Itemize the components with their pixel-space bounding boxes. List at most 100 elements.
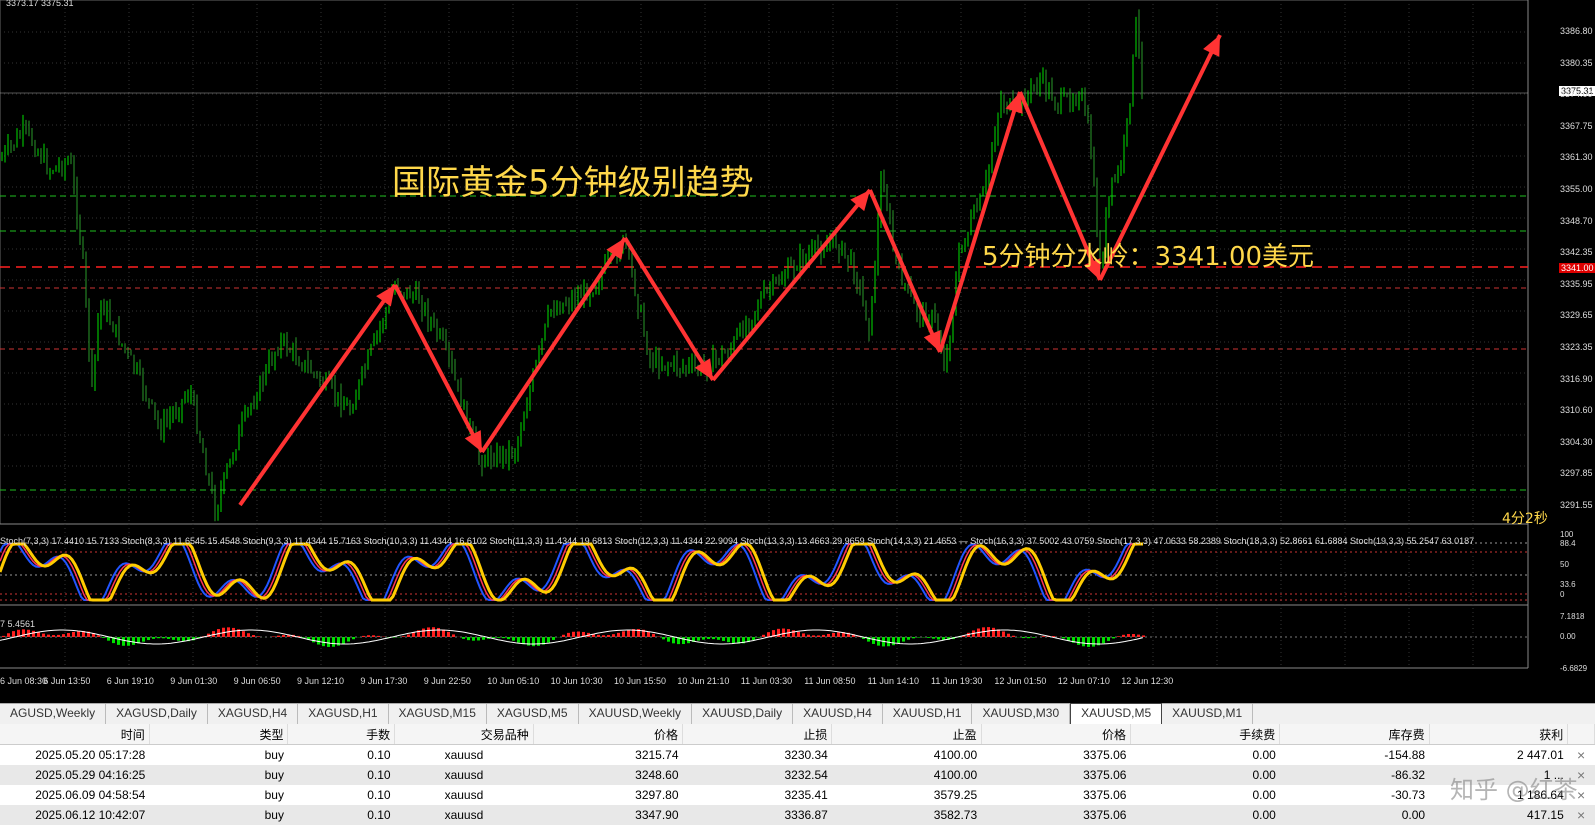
order-row[interactable]: 2025.06.09 04:58:54 buy 0.10 xauusd 3297.80 3… [0, 785, 1595, 805]
order-cell: 3336.87 [682, 805, 832, 825]
tab-xauusd-h1[interactable]: XAUUSD,H1 [883, 704, 973, 724]
macd-histogram-bar [52, 635, 55, 637]
trend-arrow [238, 283, 397, 507]
order-row[interactable]: 2025.06.12 10:42:07 buy 0.10 xauusd 3347.90 3… [0, 805, 1595, 825]
orders-column-header[interactable]: 止盈 [831, 724, 982, 745]
orders-column-header[interactable]: 时间 [0, 724, 150, 745]
chart-area[interactable]: 3373.17 3375.31 国际黄金5分钟级别趋势 5分钟分水岭：3341.… [0, 0, 1595, 690]
time-axis-label: 11 Jun 03:30 [740, 676, 793, 686]
orders-column-header[interactable]: 止损 [682, 724, 833, 745]
macd-histogram-bar [767, 632, 770, 637]
tab-agusd-weekly[interactable]: AGUSD,Weekly [0, 704, 107, 724]
tab-xauusd-h4[interactable]: XAUUSD,H4 [793, 704, 883, 724]
macd-histogram-bar [447, 631, 450, 637]
orders-panel: 时间 类型 手数 交易品种 价格 止损 止盈 价格 手续费 库存费 获利 2025.05.20 05… [0, 724, 1595, 835]
tab-xauusd-m30[interactable]: XAUUSD,M30 [972, 704, 1071, 724]
tab-xauusd-m5[interactable]: XAUUSD,M5 [1070, 703, 1163, 724]
macd-histogram-bar [57, 634, 60, 637]
tab-xagusd-m15[interactable]: XAGUSD,M15 [389, 704, 487, 724]
macd-histogram-bar [497, 637, 500, 638]
stoch-scale-label: 88.4 [1560, 539, 1576, 548]
order-cell: xauusd [394, 805, 534, 825]
order-cell: xauusd [444, 748, 484, 762]
macd-histogram-bar [712, 637, 715, 640]
time-axis-label: 10 Jun 10:30 [550, 676, 603, 686]
tab-xauusd-weekly[interactable]: XAUUSD,Weekly [579, 704, 693, 724]
macd-histogram-bar [892, 637, 895, 646]
orders-column-header[interactable]: 交易品种 [394, 724, 534, 745]
price-axis-label: 3304.30 [1560, 436, 1593, 447]
stoch-scale-label: 50 [1560, 560, 1569, 569]
orders-column-header[interactable]: 价格 [981, 724, 1131, 745]
macd-histogram-bar [282, 634, 285, 637]
orders-column-header[interactable]: 类型 [149, 724, 289, 745]
tab-xauusd-m1[interactable]: XAUUSD,M1 [1162, 704, 1254, 724]
macd-scale-label: 7.1818 [1560, 612, 1585, 621]
price-chart-svg[interactable] [0, 0, 1595, 690]
orders-column-header[interactable]: 手续费 [1130, 724, 1281, 745]
macd-histogram-bar [232, 627, 235, 637]
time-axis-label: 12 Jun 07:10 [1057, 676, 1110, 686]
trend-arrow [938, 91, 1022, 353]
tab-xagusd-h1[interactable]: XAGUSD,H1 [298, 704, 389, 724]
macd-histogram-bar [377, 635, 380, 637]
order-cell: 0.00 [1130, 805, 1280, 825]
price-axis-label: 3386.80 [1560, 26, 1593, 36]
macd-histogram-bar [622, 631, 625, 637]
orders-column-header[interactable]: 手数 [287, 724, 396, 745]
macd-histogram-bar [472, 637, 475, 641]
macd-histogram-bar [117, 637, 120, 645]
macd-histogram-bar [177, 637, 180, 641]
time-axis-label: 10 Jun 05:10 [487, 676, 540, 686]
macd-histogram-bar [367, 635, 370, 637]
macd-histogram-bar [662, 637, 665, 640]
tab-xagusd-h4[interactable]: XAGUSD,H4 [208, 704, 299, 724]
stoch-scale-label: 100 [1560, 530, 1574, 539]
macd-histogram-bar [917, 637, 920, 638]
macd-histogram-bar [1112, 637, 1115, 639]
orders-column-header[interactable]: 价格 [533, 724, 684, 745]
macd-scale-label: 0.00 [1560, 632, 1576, 641]
macd-histogram-bar [162, 637, 165, 639]
tab-xagusd-m5[interactable]: XAGUSD,M5 [487, 704, 579, 724]
time-axis-label: 9 Jun 22:50 [423, 676, 471, 686]
order-cell: 3375.06 [981, 805, 1131, 825]
order-cell: 3232.54 [682, 765, 832, 785]
order-cell: 0.10 [367, 748, 391, 762]
close-order-icon[interactable]: × [1568, 745, 1595, 766]
order-cell: xauusd [444, 788, 484, 802]
orders-column-header[interactable]: 获利 [1429, 724, 1569, 745]
order-cell: 3579.25 [933, 788, 978, 802]
macd-histogram-bar [702, 637, 705, 640]
macd-histogram-bar [927, 637, 930, 638]
macd-histogram-bar [257, 636, 260, 637]
order-row[interactable]: 2025.05.20 05:17:28 buy 0.10 xauusd 3215.74 3… [0, 745, 1595, 766]
tab-xauusd-daily[interactable]: XAUUSD,Daily [692, 704, 794, 724]
time-axis-label: 11 Jun 19:30 [931, 676, 983, 686]
macd-histogram-bar [32, 630, 35, 637]
macd-histogram-bar [97, 635, 100, 637]
close-order-icon[interactable]: × [1567, 805, 1595, 825]
order-cell: 0.00 [1252, 788, 1276, 802]
tab-xagusd-daily[interactable]: XAGUSD,Daily [106, 704, 208, 724]
macd-scale-label: -6.6829 [1560, 664, 1588, 673]
macd-histogram-bar [832, 632, 835, 637]
order-cell: buy [264, 748, 284, 762]
macd-histogram-bar [277, 635, 280, 637]
macd-histogram-bar [507, 637, 510, 640]
macd-histogram-bar [347, 637, 350, 642]
macd-histogram-bar [902, 637, 905, 642]
time-axis-label: 9 Jun 12:10 [297, 676, 345, 686]
macd-histogram-bar [907, 637, 910, 640]
orders-column-header[interactable]: 库存费 [1279, 724, 1430, 745]
macd-histogram-bar [427, 627, 430, 637]
macd-histogram-bar [877, 637, 880, 646]
macd-histogram-bar [762, 634, 765, 637]
macd-histogram-bar [572, 631, 575, 637]
macd-histogram-bar [837, 632, 840, 637]
order-row[interactable]: 2025.05.29 04:16:25 buy 0.10 xauusd 3248.60 3… [0, 765, 1595, 785]
macd-histogram-bar [242, 631, 245, 637]
macd-histogram-bar [732, 637, 735, 644]
macd-histogram-bar [247, 633, 250, 637]
macd-histogram-bar [872, 637, 875, 644]
